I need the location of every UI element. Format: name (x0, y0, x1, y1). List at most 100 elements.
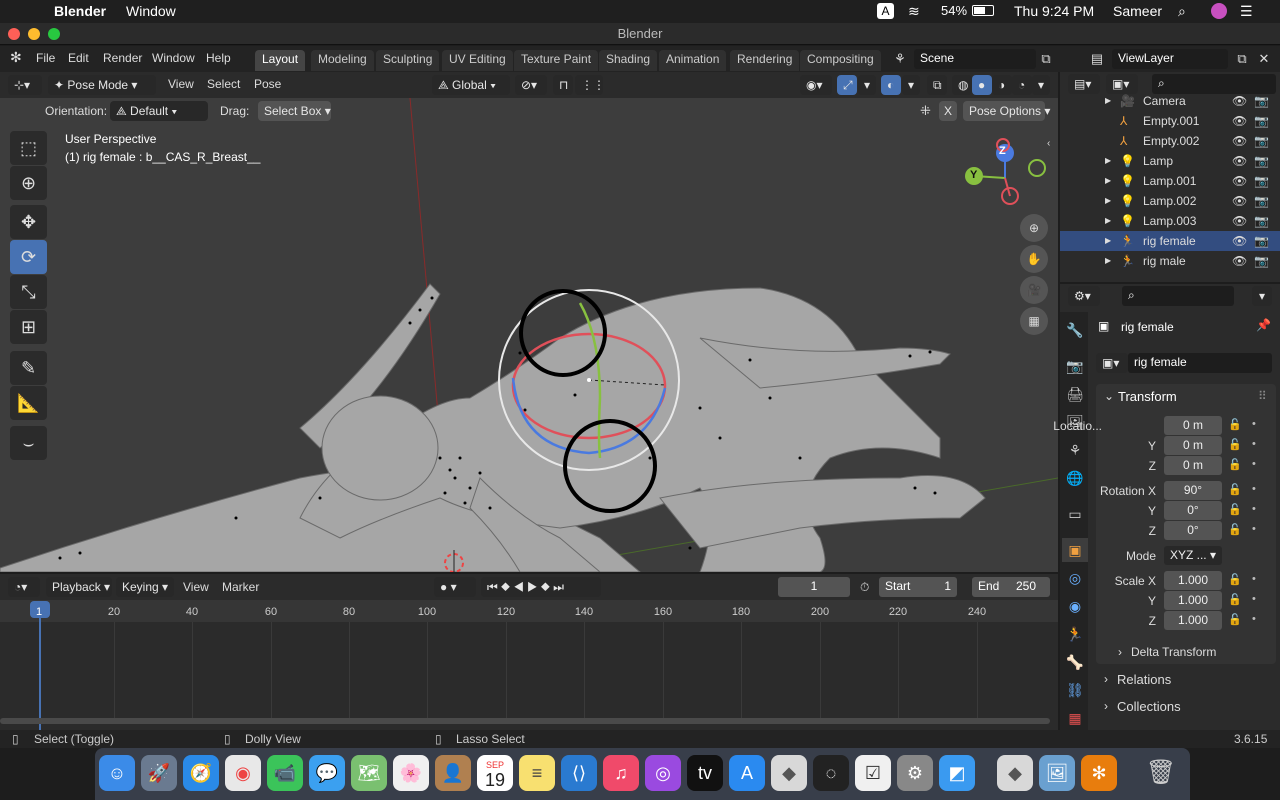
reminders-icon[interactable]: ☑ (855, 755, 891, 791)
expand-arrow-icon[interactable]: ▶ (1105, 231, 1111, 251)
roblox-studio-icon[interactable]: ◩ (939, 755, 975, 791)
podcasts-icon[interactable]: ◎ (645, 755, 681, 791)
lock-icon[interactable]: 🔓 (1228, 438, 1242, 451)
relax-pose-tool-icon[interactable]: ⌣ (10, 426, 47, 460)
datablock-name-field[interactable]: rig female (1128, 353, 1272, 373)
menu-edit[interactable]: Edit (68, 51, 89, 65)
snap-target-button[interactable]: ⋮⋮ (575, 75, 605, 95)
camera-render-icon[interactable]: 📷 (1254, 211, 1269, 231)
keyframe-dot-icon[interactable]: • (1252, 438, 1256, 450)
output-tab-icon[interactable]: 🖨 (1062, 382, 1088, 406)
pan-view-icon[interactable]: ✋ (1020, 245, 1048, 273)
keyframe-dot-icon[interactable]: • (1252, 593, 1256, 605)
outliner-row[interactable]: ⅄ Empty.001 👁 📷 (1060, 111, 1280, 131)
timeline-scrollbar[interactable] (0, 718, 1050, 724)
stopwatch-icon[interactable]: ⏱ (860, 580, 869, 595)
location-y-field[interactable]: 0 m (1164, 436, 1222, 455)
measure-tool-icon[interactable]: 📐 (10, 386, 47, 420)
blender-logo-icon[interactable]: ✻ (10, 49, 22, 66)
menu-pose[interactable]: Pose (254, 77, 281, 91)
solid-shading-icon[interactable]: ● (972, 75, 992, 95)
lock-icon[interactable]: 🔓 (1228, 418, 1242, 431)
props-editor-type-button[interactable]: ⚙▾ (1068, 286, 1100, 306)
end-frame-field[interactable]: End 250 (972, 577, 1050, 597)
gizmo-toggle-icon[interactable]: ⤢ (837, 75, 857, 95)
clock[interactable]: Thu 9:24 PM (1014, 3, 1094, 19)
tab-rendering[interactable]: Rendering (730, 50, 800, 71)
scene-icon[interactable]: ⚘ (888, 49, 912, 69)
relations-expand-icon[interactable]: › (1104, 672, 1108, 686)
tab-animation[interactable]: Animation (659, 50, 727, 71)
input-source-badge[interactable]: A (877, 3, 894, 19)
annotate-tool-icon[interactable]: ✎ (10, 351, 47, 385)
editor-type-button[interactable]: ⊹▾ (8, 75, 42, 95)
3d-viewport[interactable]: Z Y Orientation: ⟁ Default ▾ Drag: Selec… (0, 98, 1058, 572)
menu-render[interactable]: Render (103, 51, 142, 65)
current-frame-field[interactable]: 1 (778, 577, 850, 597)
start-frame-field[interactable]: Start 1 (879, 577, 957, 597)
vscode-icon[interactable]: ⟨⟩ (561, 755, 597, 791)
roblox-recent-icon[interactable]: ◆ (997, 755, 1033, 791)
lock-icon[interactable]: 🔓 (1228, 483, 1242, 496)
scale-tool-icon[interactable]: ⤡ (10, 275, 47, 309)
system-preferences-icon[interactable]: ⚙ (897, 755, 933, 791)
modifier-tab-icon[interactable]: ◎ (1062, 566, 1088, 590)
orientation-selector[interactable]: ⟁ Default ▾ (110, 101, 208, 121)
lock-icon[interactable]: 🔓 (1228, 523, 1242, 536)
drag-selector[interactable]: Select Box ▾ (258, 101, 331, 121)
expand-arrow-icon[interactable]: ▶ (1105, 171, 1111, 191)
camera-render-icon[interactable]: 📷 (1254, 171, 1269, 191)
sidebar-toggle-icon[interactable]: ‹ (1047, 138, 1050, 149)
rendered-shading-icon[interactable]: ◔ (1012, 75, 1032, 95)
eye-icon[interactable]: 👁 (1232, 231, 1247, 251)
rotation-mode-selector[interactable]: XYZ ... ▾ (1164, 546, 1222, 565)
physics-tab-icon[interactable]: ◉ (1062, 594, 1088, 618)
snap-toggle-icon[interactable]: ⊓ (553, 75, 573, 95)
pose-options-button[interactable]: Pose Options ▾ (963, 101, 1050, 121)
delta-transform-expand-icon[interactable]: › (1118, 645, 1122, 659)
transform-tool-icon[interactable]: ⊞ (10, 310, 47, 344)
spotlight-icon[interactable]: ⌕ (1178, 3, 1186, 20)
overlay-toggle-icon[interactable]: ◐ (881, 75, 901, 95)
camera-render-icon[interactable]: 📷 (1254, 151, 1269, 171)
user-name[interactable]: Sameer (1113, 3, 1162, 19)
timeline-view-menu[interactable]: View (183, 580, 209, 594)
tab-modeling[interactable]: Modeling (311, 50, 374, 71)
scene-canvas[interactable] (0, 98, 1058, 572)
keyframe-dot-icon[interactable]: • (1252, 613, 1256, 625)
lock-icon[interactable]: 🔓 (1228, 503, 1242, 516)
ortho-toggle-icon[interactable]: ▦ (1020, 307, 1048, 335)
delta-transform-header[interactable]: Delta Transform (1131, 645, 1216, 659)
photos-icon[interactable]: 🌸 (393, 755, 429, 791)
preview-icon[interactable]: 🖼 (1039, 755, 1075, 791)
lock-icon[interactable]: 🔓 (1228, 573, 1242, 586)
expand-arrow-icon[interactable]: ▶ (1105, 91, 1111, 111)
object-tab-icon[interactable]: ▣ (1062, 538, 1088, 562)
eye-icon[interactable]: 👁 (1232, 191, 1247, 211)
eye-icon[interactable]: 👁 (1232, 251, 1247, 271)
eye-icon[interactable]: 👁 (1232, 131, 1247, 151)
scene-selector[interactable]: Scene (914, 49, 1036, 69)
move-tool-icon[interactable]: ✥ (10, 205, 47, 239)
keyframe-dot-icon[interactable]: • (1252, 418, 1256, 430)
xray-toggle-icon[interactable]: ⧉ (927, 75, 947, 95)
battery-icon[interactable] (972, 5, 994, 16)
armature-data-tab-icon[interactable]: 🏃 (1062, 622, 1088, 646)
rotation-z-field[interactable]: 0° (1164, 521, 1222, 540)
menu-file[interactable]: File (36, 51, 55, 65)
outliner-row[interactable]: ▶ 💡 Lamp.002 👁 📷 (1060, 191, 1280, 211)
keyframe-dot-icon[interactable]: • (1252, 483, 1256, 495)
render-tab-icon[interactable]: 📷 (1062, 354, 1088, 378)
camera-render-icon[interactable]: 📷 (1254, 231, 1269, 251)
expand-arrow-icon[interactable]: ▶ (1105, 211, 1111, 231)
expand-arrow-icon[interactable]: ▶ (1105, 151, 1111, 171)
rotation-y-field[interactable]: 0° (1164, 501, 1222, 520)
material-shading-icon[interactable]: ◑ (992, 75, 1012, 95)
tab-layout[interactable]: Layout (255, 50, 306, 71)
messages-icon[interactable]: 💬 (309, 755, 345, 791)
finder-icon[interactable]: ☺ (99, 755, 135, 791)
contacts-icon[interactable]: 👤 (435, 755, 471, 791)
keyframe-dot-icon[interactable]: • (1252, 573, 1256, 585)
x-mirror-button[interactable]: X (939, 101, 957, 121)
eye-icon[interactable]: 👁 (1232, 111, 1247, 131)
